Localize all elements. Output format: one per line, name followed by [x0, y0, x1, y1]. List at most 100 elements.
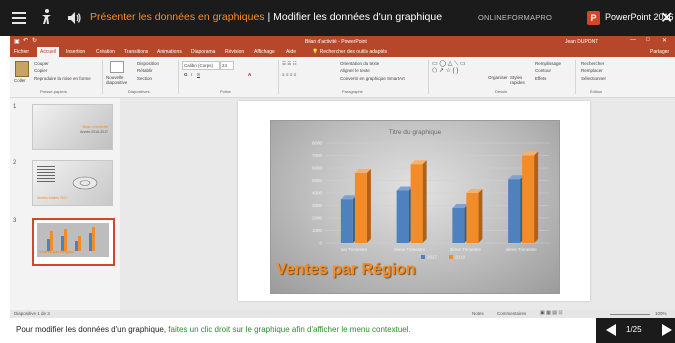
- slide-title[interactable]: Ventes par Région: [276, 261, 416, 279]
- share-button[interactable]: Partager: [650, 49, 669, 55]
- slide-thumbnail-2[interactable]: Ventes totales 2017: [32, 160, 113, 206]
- current-slide[interactable]: Titre du graphique 0 1000 2000 3000 4000 5000…: [238, 101, 590, 301]
- zoom-level[interactable]: 100%: [655, 311, 667, 316]
- hamburger-menu-icon[interactable]: [10, 9, 28, 27]
- save-icon[interactable]: ▣: [14, 38, 20, 45]
- reset-button[interactable]: Rétablir: [137, 68, 153, 73]
- group-label-paragraph: Paragraphe: [342, 89, 363, 94]
- thumbnail-title: Ventes totales 2017: [37, 196, 68, 200]
- group-divider: [102, 60, 103, 94]
- select-button[interactable]: Sélectionner: [581, 76, 606, 81]
- instruction-caption: Pour modifier les données d'un graphique…: [0, 318, 675, 343]
- new-slide-button[interactable]: Nouvelle diapositive: [106, 75, 132, 85]
- replace-button[interactable]: Remplacer: [581, 68, 603, 73]
- lesson-title-highlight: Présenter les données en graphiques: [90, 11, 265, 23]
- bar-2017: [508, 179, 521, 243]
- chart-object[interactable]: Titre du graphique 0 1000 2000 3000 4000 5000…: [270, 120, 560, 294]
- bar-side-face: [366, 169, 371, 243]
- smartart-button[interactable]: Convertir en graphique SmartArt: [340, 76, 405, 81]
- text-direction-button[interactable]: Orientation du texte: [340, 61, 379, 66]
- bullets-icon[interactable]: ☰ ☰ ☷: [282, 61, 297, 67]
- bar-2018: [466, 193, 479, 243]
- tab-animations[interactable]: Animations: [157, 49, 182, 55]
- thumbnail-chart: Ventes par Région: [37, 223, 109, 257]
- bar-2017: [396, 190, 409, 243]
- paste-button[interactable]: Coller: [14, 78, 26, 83]
- copy-button[interactable]: Copier: [34, 68, 47, 73]
- cut-button[interactable]: Couper: [34, 61, 49, 66]
- slide-thumbnail-3-selected[interactable]: Ventes par Région: [32, 218, 115, 266]
- thumbnail-title: Ventes par Région: [39, 249, 74, 254]
- redo-icon[interactable]: ↻: [32, 37, 37, 44]
- bar-2017: [452, 208, 465, 243]
- notes-button[interactable]: Notes: [472, 311, 484, 316]
- y-tick-label: 5000: [312, 178, 323, 183]
- font-size-select[interactable]: 24: [220, 61, 234, 70]
- accessibility-icon[interactable]: [38, 8, 54, 26]
- slide-thumbnail-1[interactable]: Bilan d'activité Année 2016-2017: [32, 104, 113, 150]
- find-button[interactable]: Rechercher: [581, 61, 604, 66]
- tab-fichier[interactable]: Fichier: [14, 49, 29, 55]
- ppt-title-bar: ▣ ↶ ↻ Bilan d'activité - PowerPoint Jean…: [10, 36, 675, 47]
- undo-icon[interactable]: ↶: [23, 37, 28, 44]
- layout-button[interactable]: Disposition: [137, 61, 159, 66]
- tab-creation[interactable]: Création: [96, 49, 115, 55]
- font-color-button[interactable]: A: [248, 72, 251, 77]
- effects-button[interactable]: Effets: [535, 76, 546, 81]
- align-icons[interactable]: ≡ ≡ ≡ ≡: [282, 72, 296, 77]
- user-name[interactable]: Jean DUPONT: [565, 39, 598, 45]
- shapes-gallery[interactable]: ▭ ◯ △ ⟍ ▭ ⬠ ↗ ☆ { }: [432, 61, 466, 75]
- view-buttons[interactable]: ▣ ▦ ▤ ⊡: [540, 310, 563, 316]
- previous-page-icon[interactable]: [606, 324, 616, 336]
- thumbnail-title: Bilan d'activité: [82, 124, 108, 129]
- legend-label: 2017: [427, 255, 438, 260]
- close-icon[interactable]: ✕: [660, 8, 673, 28]
- brand-name: ONLINEFORMAPRO: [478, 13, 553, 22]
- outline-button[interactable]: Contour: [535, 68, 551, 73]
- bold-button[interactable]: G: [184, 72, 188, 77]
- legend-swatch: [449, 255, 453, 259]
- caption-text: Pour modifier les données d'un graphique…: [16, 325, 411, 334]
- minimize-icon[interactable]: —: [630, 37, 636, 43]
- tab-revision[interactable]: Révision: [225, 49, 244, 55]
- lesson-title: Présenter les données en graphiques | Mo…: [90, 11, 442, 23]
- group-label-editing: Édition: [590, 89, 603, 94]
- caption-part-1: Pour modifier les données d'un graphique…: [16, 325, 169, 334]
- tab-insertion[interactable]: Insertion: [66, 49, 85, 55]
- maximize-icon[interactable]: □: [646, 37, 650, 43]
- ribbon: Coller Couper Copier Reproduire la mise …: [10, 57, 675, 98]
- group-label-slides: Diapositives: [128, 89, 150, 94]
- align-text-button[interactable]: Aligner le texte: [340, 68, 370, 73]
- zoom-slider[interactable]: [610, 314, 650, 315]
- window-close-icon[interactable]: ✕: [662, 37, 667, 44]
- tab-accueil[interactable]: Accueil: [37, 47, 60, 57]
- bar-side-face: [534, 151, 539, 243]
- comments-button[interactable]: Commentaires: [497, 311, 526, 316]
- tab-aide[interactable]: Aide: [286, 49, 296, 55]
- x-category-label: 2ème Trimestre: [394, 247, 426, 252]
- quick-styles-button[interactable]: Styles rapides: [510, 75, 528, 85]
- format-painter-button[interactable]: Reproduire la mise en forme: [34, 76, 91, 81]
- next-page-icon[interactable]: [662, 324, 672, 336]
- caption-part-3: menu contextuel.: [347, 325, 411, 334]
- audio-icon[interactable]: [66, 10, 82, 26]
- y-tick-label: 1000: [312, 228, 323, 233]
- tab-transitions[interactable]: Transitions: [124, 49, 148, 55]
- tab-diaporama[interactable]: Diaporama: [191, 49, 215, 55]
- new-slide-icon[interactable]: [110, 61, 124, 73]
- fill-button[interactable]: Remplissage: [535, 61, 561, 66]
- section-button[interactable]: Section: [137, 76, 152, 81]
- font-name-select[interactable]: Calibri (Corps): [182, 61, 220, 70]
- doc-title: Bilan d'activité - PowerPoint: [305, 39, 367, 45]
- underline-button[interactable]: S: [197, 72, 200, 77]
- bar-2018: [410, 164, 423, 243]
- tell-me-search[interactable]: 💡 Rechercher des outils adaptés: [312, 49, 387, 55]
- group-label-drawing: Dessin: [495, 89, 508, 94]
- thumbnail-pie-chart: [72, 176, 98, 190]
- arrange-button[interactable]: Organiser: [488, 75, 508, 80]
- italic-button[interactable]: I: [191, 72, 192, 77]
- tab-affichage[interactable]: Affichage: [254, 49, 275, 55]
- paste-icon[interactable]: [15, 61, 29, 77]
- y-tick-label: 8000: [312, 141, 323, 146]
- lesson-title-rest: | Modifier les données d'un graphique: [264, 11, 443, 23]
